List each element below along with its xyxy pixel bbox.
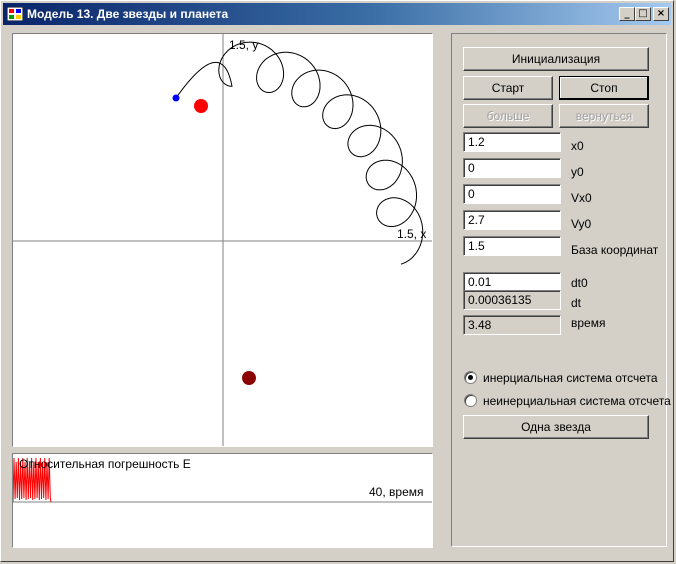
title-bar[interactable]: Модель 13. Две звезды и планета _ □ × <box>3 3 671 25</box>
y-axis-label: 1.5, y <box>229 38 258 52</box>
y0-label: y0 <box>571 165 584 179</box>
error-x-label: 40, время <box>369 485 424 499</box>
stop-button[interactable]: Стоп <box>559 76 649 100</box>
more-button[interactable]: больше <box>463 104 553 128</box>
time-value: 3.48 <box>463 315 561 335</box>
time-label: время <box>571 316 606 330</box>
vx0-input[interactable]: 0 <box>463 184 561 204</box>
more-button-label: больше <box>486 109 530 123</box>
back-button[interactable]: вернуться <box>559 104 649 128</box>
dt-value: 0.00036135 <box>463 290 561 310</box>
planet <box>172 94 180 102</box>
trajectory-canvas: 1.5, y 1.5, x <box>13 34 432 446</box>
one-star-button[interactable]: Одна звезда <box>463 415 649 439</box>
error-canvas: Относительная погрешность E 40, время <box>12 457 432 503</box>
x0-label: x0 <box>571 139 584 153</box>
dt-label: dt <box>571 296 582 310</box>
star-2 <box>242 371 256 385</box>
error-y-label: Относительная погрешность E <box>19 457 191 471</box>
inertial-radio[interactable] <box>464 371 477 384</box>
app-icon <box>7 7 23 21</box>
y0-input[interactable]: 0 <box>463 158 561 178</box>
init-button[interactable]: Инициализация <box>463 47 649 71</box>
base-label: База координат <box>571 243 659 257</box>
dt0-input[interactable]: 0.01 <box>463 272 561 292</box>
error-plot: Относительная погрешность E 40, время <box>12 453 433 548</box>
minimize-button[interactable]: _ <box>619 7 635 21</box>
close-icon: × <box>656 8 666 19</box>
noninertial-radio-label[interactable]: неинерциальная система отсчета <box>483 394 671 408</box>
planet-trajectory <box>175 41 424 265</box>
close-button[interactable]: × <box>653 7 669 21</box>
vy0-input[interactable]: 2.7 <box>463 210 561 230</box>
star-1 <box>194 99 208 113</box>
dt0-label: dt0 <box>571 276 588 290</box>
back-button-label: вернуться <box>575 109 633 123</box>
radio-checked-dot <box>468 375 473 380</box>
trajectory-plot: 1.5, y 1.5, x <box>12 33 433 447</box>
base-input[interactable]: 1.5 <box>463 236 561 256</box>
main-window: Модель 13. Две звезды и планета _ □ × 1.… <box>0 0 674 562</box>
vx0-label: Vx0 <box>571 191 592 205</box>
maximize-icon: □ <box>638 8 648 19</box>
start-button[interactable]: Старт <box>463 76 553 100</box>
noninertial-radio[interactable] <box>464 394 477 407</box>
vy0-label: Vy0 <box>571 217 592 231</box>
minimize-icon: _ <box>624 8 630 19</box>
x0-input[interactable]: 1.2 <box>463 132 561 152</box>
window-title: Модель 13. Две звезды и планета <box>27 7 229 21</box>
maximize-button[interactable]: □ <box>635 7 651 21</box>
inertial-radio-label[interactable]: инерциальная система отсчета <box>483 371 658 385</box>
